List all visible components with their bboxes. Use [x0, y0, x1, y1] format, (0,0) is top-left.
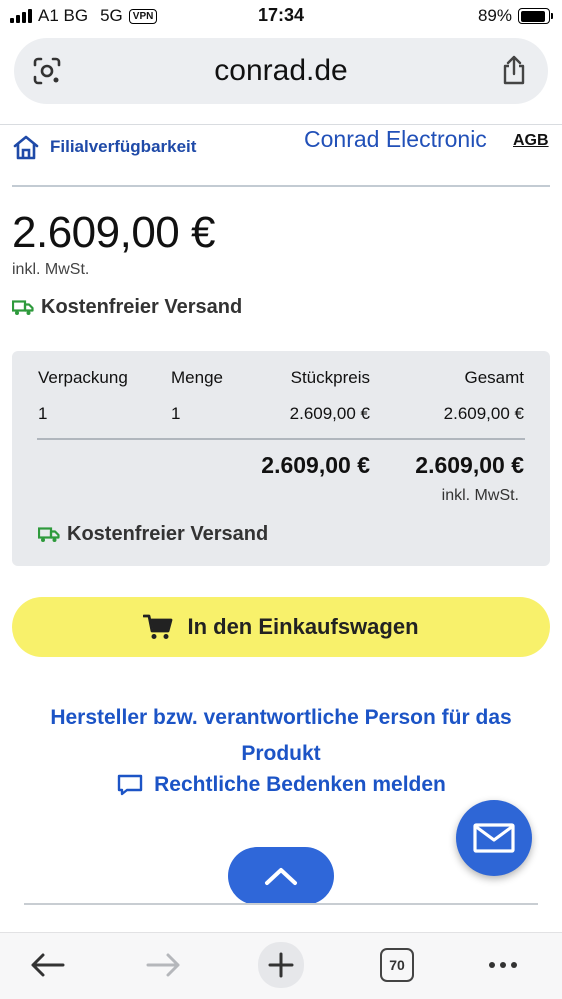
divider: [0, 124, 562, 125]
table-cell: 1: [38, 404, 48, 423]
tabs-button[interactable]: 70: [375, 943, 419, 987]
forward-button[interactable]: [142, 943, 186, 987]
column-header: Menge: [171, 368, 223, 387]
free-shipping-label: Kostenfreier Versand: [41, 296, 243, 318]
manufacturer-info-link[interactable]: Hersteller bzw. verantwortliche Person f…: [12, 700, 550, 772]
more-menu-button[interactable]: [481, 943, 525, 987]
home-icon: [13, 135, 39, 160]
column-header: Verpackung: [38, 368, 128, 387]
total-sum: 2.609,00 €: [415, 452, 524, 478]
divider: [12, 185, 550, 187]
free-shipping-note: Kostenfreier Versand: [12, 296, 242, 319]
arrow-left-icon: [31, 953, 65, 977]
truck-icon: [38, 526, 60, 542]
new-tab-button[interactable]: [258, 942, 304, 988]
divider: [24, 903, 538, 905]
mail-icon: [473, 823, 515, 853]
shopping-cart-icon: [143, 614, 173, 639]
tax-note: inkl. MwSt.: [12, 261, 90, 278]
divider: [37, 438, 525, 440]
truck-icon: [12, 299, 34, 315]
contact-mail-button[interactable]: [456, 800, 532, 876]
url-text[interactable]: conrad.de: [14, 54, 548, 88]
browser-toolbar: 70: [0, 932, 562, 999]
back-button[interactable]: [25, 943, 69, 987]
more-icon: [489, 962, 517, 968]
plus-icon: [268, 952, 294, 978]
store-availability-label: Filialverfügbarkeit: [50, 137, 197, 156]
status-bar: A1 BG 5G VPN 17:34 89%: [0, 0, 562, 32]
address-bar[interactable]: conrad.de: [14, 38, 548, 104]
table-cell: 2.609,00 €: [289, 404, 370, 423]
store-availability-link[interactable]: Filialverfügbarkeit: [12, 134, 196, 160]
tax-note: inkl. MwSt.: [441, 487, 519, 504]
free-shipping-note: Kostenfreier Versand: [38, 523, 268, 546]
scroll-to-top-button[interactable]: [228, 847, 334, 905]
agb-link[interactable]: AGB: [513, 132, 549, 150]
status-right: 89%: [477, 6, 553, 26]
column-header: Gesamt: [464, 368, 524, 387]
product-price: 2.609,00 €: [12, 208, 215, 257]
tab-count: 70: [380, 948, 414, 982]
share-icon[interactable]: [500, 54, 528, 86]
brand-link[interactable]: Conrad Electronic: [304, 126, 487, 153]
total-unit-price: 2.609,00 €: [261, 452, 370, 478]
free-shipping-label: Kostenfreier Versand: [67, 523, 269, 545]
battery-icon: [518, 8, 553, 24]
table-cell: 2.609,00 €: [443, 404, 524, 423]
report-legal-concerns-link[interactable]: Rechtliche Bedenken melden: [0, 773, 562, 797]
column-header: Stückpreis: [290, 368, 370, 387]
table-cell: 1: [171, 404, 181, 423]
add-to-cart-button[interactable]: In den Einkaufswagen: [12, 597, 550, 657]
chevron-up-icon: [265, 868, 297, 885]
arrow-right-icon: [146, 953, 180, 977]
price-table: Verpackung Menge Stückpreis Gesamt 1 1 2…: [12, 351, 550, 566]
report-label: Rechtliche Bedenken melden: [154, 773, 446, 796]
battery-percent: 89%: [477, 6, 512, 25]
add-to-cart-label: In den Einkaufswagen: [187, 614, 419, 639]
comment-icon: [117, 774, 143, 796]
